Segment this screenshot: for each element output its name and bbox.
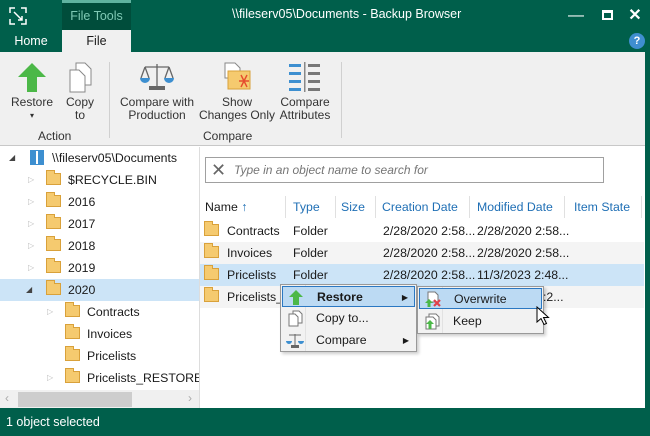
tree-item[interactable]: ▷ 2017 — [0, 213, 199, 235]
folder-icon — [46, 236, 61, 251]
expand-icon[interactable]: ▷ — [28, 257, 34, 279]
show-changes-only-button[interactable]: Show Changes Only — [198, 58, 276, 122]
maximize-icon[interactable] — [597, 6, 617, 26]
folder-icon — [46, 258, 61, 273]
group-label-compare: Compare — [203, 129, 253, 143]
restore-submenu: Overwrite Keep — [417, 286, 544, 334]
tree-item[interactable]: ▷ 2018 — [0, 235, 199, 257]
expand-icon[interactable]: ▷ — [47, 301, 53, 323]
window-title: \\fileserv05\Documents - Backup Browser — [232, 7, 462, 21]
minimize-icon[interactable]: — — [566, 6, 586, 26]
folder-icon — [65, 324, 80, 339]
search-box[interactable]: ✕ — [205, 157, 604, 183]
copy-icon — [60, 58, 100, 96]
expand-icon[interactable]: ▷ — [28, 235, 34, 257]
restore-arrow-icon — [8, 58, 56, 96]
status-bar: 1 object selected — [0, 408, 650, 436]
expand-icon[interactable]: ▷ — [47, 367, 53, 389]
mouse-cursor-icon — [536, 306, 550, 326]
window-border — [645, 52, 650, 412]
tree-item[interactable]: ▷ $RECYCLE.BIN — [0, 169, 199, 191]
submenu-arrow-icon: ▶ — [402, 336, 409, 345]
context-tab-file-tools: File Tools — [62, 0, 131, 30]
sort-ascending-icon: ↑ — [241, 200, 248, 214]
tree-item[interactable]: Pricelists — [0, 345, 199, 367]
tree-item[interactable]: ▷ Contracts — [0, 301, 199, 323]
folder-icon — [46, 280, 61, 295]
tree-item[interactable]: ▷ 2016 — [0, 191, 199, 213]
search-input[interactable] — [234, 161, 594, 179]
table-row[interactable]: Invoices Folder 2/28/2020 2:58... 2/28/2020… — [200, 242, 644, 264]
tree-item-selected[interactable]: ◢ 2020 — [0, 279, 199, 301]
expand-icon[interactable]: ▷ — [28, 191, 34, 213]
column-header-name[interactable]: Name ↑ — [203, 196, 286, 218]
copy-icon — [288, 310, 303, 327]
attributes-icon — [276, 58, 334, 96]
folder-icon — [65, 302, 80, 317]
table-row[interactable]: Contracts Folder 2/28/2020 2:58... 2/28/202… — [200, 220, 644, 242]
restore-arrow-icon — [289, 290, 303, 305]
keep-icon — [425, 313, 440, 330]
overwrite-icon — [425, 291, 441, 307]
scroll-left-icon[interactable]: ‹ — [5, 391, 9, 405]
context-menu: Restore ▶ Copy to... Compare ▶ — [280, 284, 417, 352]
menu-item-restore[interactable]: Restore ▶ — [282, 286, 415, 307]
folder-icon — [46, 192, 61, 207]
menu-item-compare[interactable]: Compare ▶ — [282, 330, 415, 351]
folder-icon — [65, 346, 80, 361]
submenu-arrow-icon: ▶ — [401, 293, 408, 302]
menu-item-keep[interactable]: Keep — [419, 311, 542, 332]
scales-icon — [286, 334, 304, 348]
column-header-item-state[interactable]: Item State — [572, 196, 642, 218]
menu-item-copy-to[interactable]: Copy to... — [282, 308, 415, 329]
tree-item[interactable]: ▷ 2019 — [0, 257, 199, 279]
scrollbar-thumb[interactable] — [18, 392, 132, 407]
app-logo-icon — [9, 7, 27, 25]
close-icon[interactable]: ✕ — [625, 6, 645, 26]
share-icon — [30, 150, 44, 165]
column-header-creation-date[interactable]: Creation Date — [380, 196, 470, 218]
column-header-modified-date[interactable]: Modified Date — [475, 196, 565, 218]
folder-tree: ◢ \\fileserv05\Documents ▷ $RECYCLE.BIN ▷… — [0, 147, 200, 408]
expand-icon[interactable]: ▷ — [28, 213, 34, 235]
folder-icon — [46, 214, 61, 229]
table-row-selected[interactable]: Pricelists Folder 2/28/2020 2:58... 11/3/20… — [200, 264, 644, 286]
expand-icon[interactable]: ▷ — [28, 169, 34, 191]
folder-icon — [204, 243, 219, 258]
group-label-action: Action — [38, 129, 72, 143]
folder-icon — [46, 170, 61, 185]
ribbon-divider — [109, 62, 110, 138]
tab-home[interactable]: Home — [0, 30, 62, 52]
scales-icon — [116, 58, 198, 96]
copy-to-button[interactable]: Copy to — [60, 58, 100, 122]
folder-icon — [204, 265, 219, 280]
tree-item-root[interactable]: ◢ \\fileserv05\Documents — [0, 147, 199, 169]
compare-with-production-button[interactable]: Compare with Production — [116, 58, 198, 122]
column-header-size[interactable]: Size — [339, 196, 376, 218]
folder-icon — [204, 287, 219, 302]
restore-button[interactable]: Restore ▾ — [8, 58, 56, 122]
menu-item-overwrite[interactable]: Overwrite — [419, 288, 542, 309]
collapse-icon[interactable]: ◢ — [9, 147, 15, 169]
clear-search-icon[interactable]: ✕ — [211, 160, 226, 180]
tree-item[interactable]: Invoices — [0, 323, 199, 345]
ribbon-divider — [341, 62, 342, 138]
collapse-icon[interactable]: ◢ — [26, 279, 32, 301]
folder-icon — [65, 368, 80, 383]
tab-file[interactable]: File — [62, 30, 131, 53]
compare-attributes-button[interactable]: Compare Attributes — [276, 58, 334, 122]
folder-icon — [204, 221, 219, 236]
changes-icon — [198, 58, 276, 96]
column-header-type[interactable]: Type — [291, 196, 336, 218]
help-icon[interactable]: ? — [629, 33, 645, 49]
scroll-right-icon[interactable]: › — [188, 391, 192, 405]
tree-item[interactable]: ▷Pricelists_RESTORED_ — [0, 367, 199, 389]
